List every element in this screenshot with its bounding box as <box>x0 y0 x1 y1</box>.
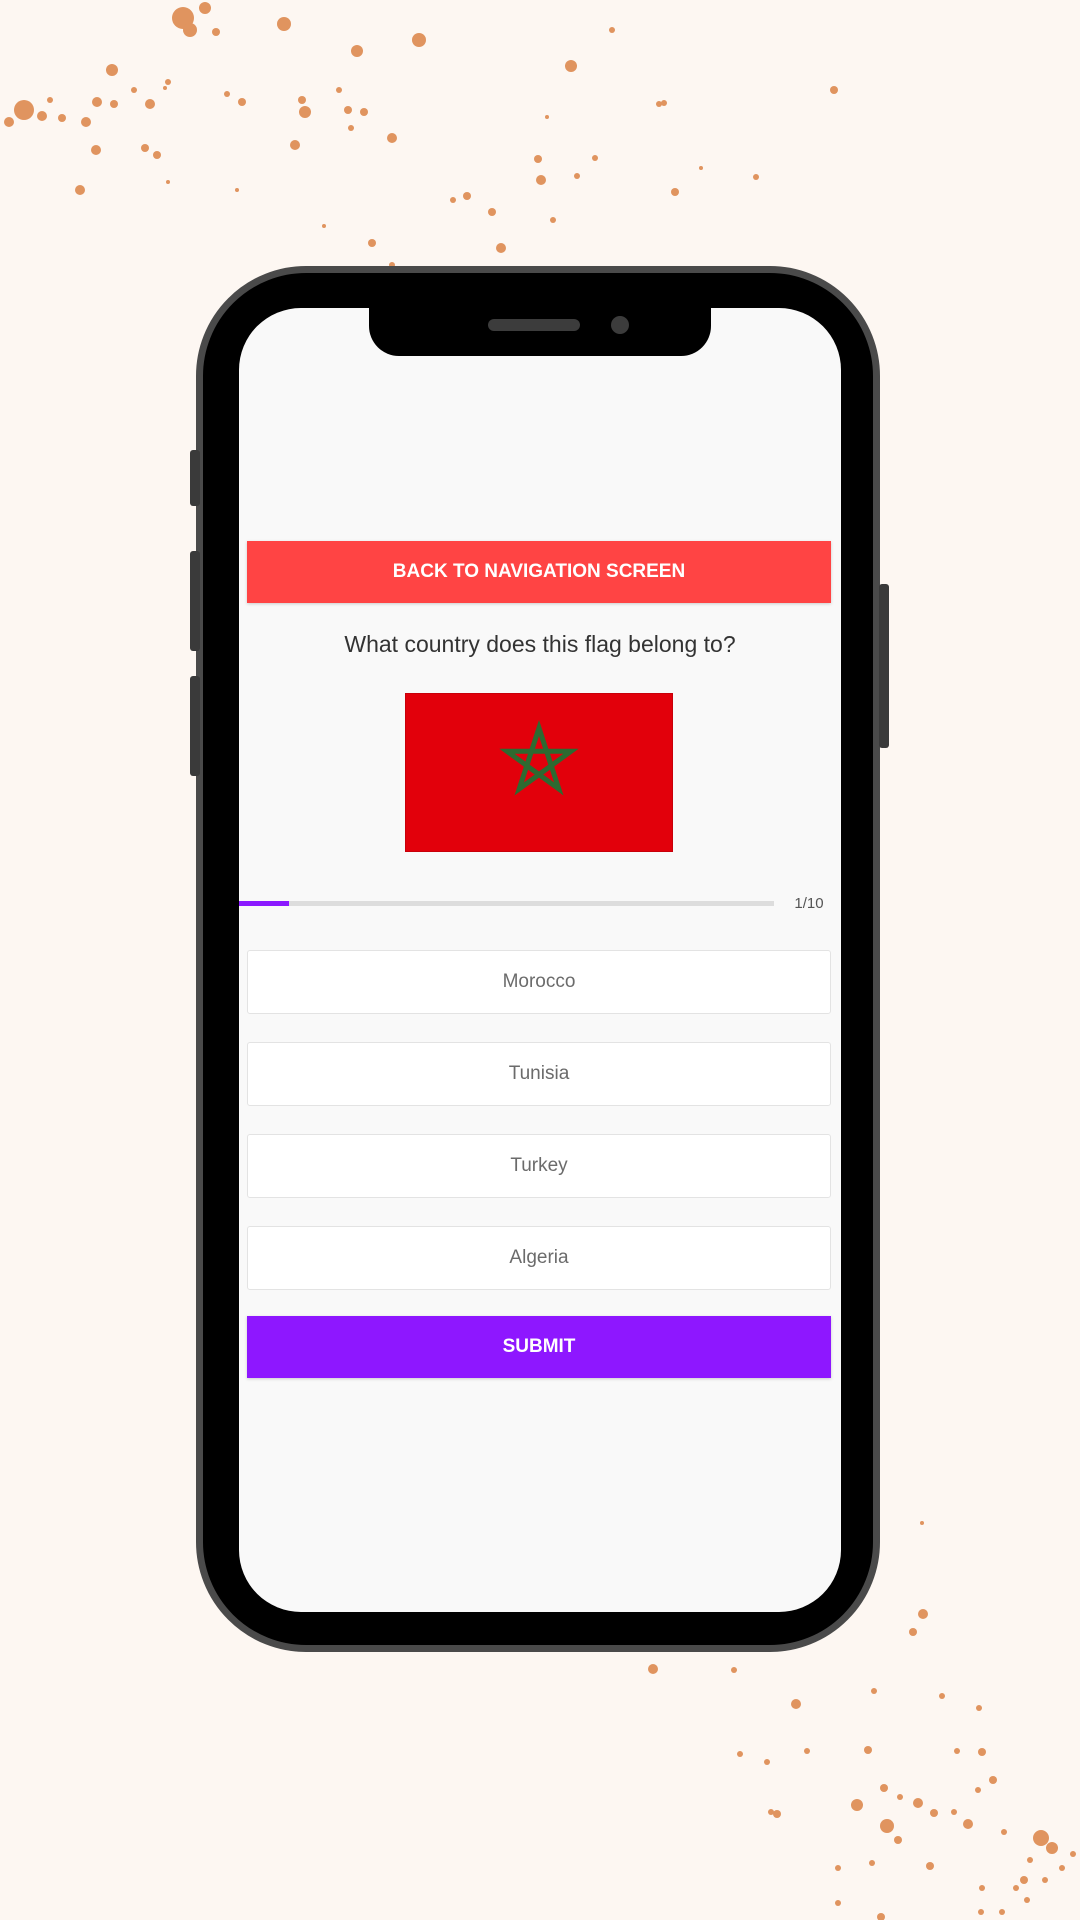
front-camera <box>611 316 629 334</box>
quiz-progress-label: 1/10 <box>794 895 824 912</box>
flag-image <box>405 693 673 852</box>
phone-side-button-volume-down <box>190 676 200 776</box>
submit-button[interactable]: SUBMIT <box>247 1316 831 1378</box>
answer-option-tunisia[interactable]: Tunisia <box>247 1042 831 1106</box>
speaker-grille <box>488 319 580 331</box>
quiz-progress-bar <box>239 901 774 906</box>
answer-option-turkey[interactable]: Turkey <box>247 1134 831 1198</box>
answer-option-algeria[interactable]: Algeria <box>247 1226 831 1290</box>
phone-side-button-volume-up <box>190 551 200 651</box>
phone-side-button-power <box>879 584 889 748</box>
phone-notch <box>369 304 711 356</box>
quiz-progress-fill <box>239 901 290 906</box>
phone-screen: BACK TO NAVIGATION SCREEN What country d… <box>239 308 841 1612</box>
phone-side-button-mute <box>190 450 200 506</box>
answer-options: Morocco Tunisia Turkey Algeria <box>247 950 831 1318</box>
quiz-question: What country does this flag belong to? <box>344 631 736 657</box>
back-to-navigation-button[interactable]: BACK TO NAVIGATION SCREEN <box>247 541 831 603</box>
morocco-flag-icon <box>499 719 579 796</box>
answer-option-morocco[interactable]: Morocco <box>247 950 831 1014</box>
